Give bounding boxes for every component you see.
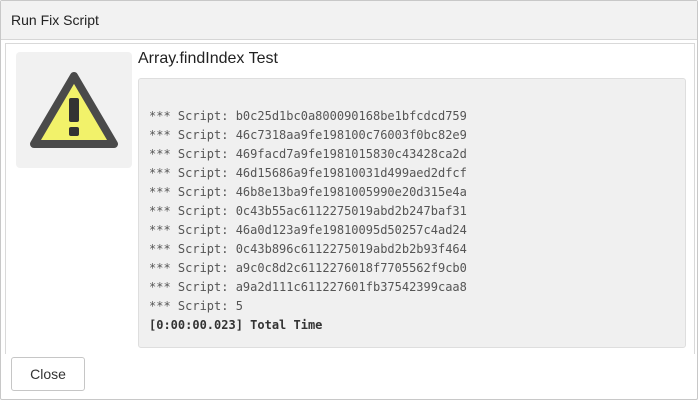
warning-icon-container (16, 52, 132, 168)
output-line: *** Script: b0c25d1bc0a800090168be1bfcdc… (149, 109, 467, 123)
run-fix-script-dialog: Run Fix Script Array.findIndex Test *** … (0, 0, 698, 400)
output-line: *** Script: 46d15686a9fe19810031d499aed2… (149, 166, 467, 180)
output-line: *** Script: 0c43b55ac6112275019abd2b247b… (149, 204, 467, 218)
script-output-panel: *** Script: b0c25d1bc0a800090168be1bfcdc… (138, 78, 686, 348)
output-line: *** Script: 46b8e13ba9fe1981005990e20d31… (149, 185, 467, 199)
warning-icon (30, 72, 118, 148)
close-button[interactable]: Close (11, 357, 85, 391)
output-line: *** Script: 46a0d123a9fe19810095d50257c4… (149, 223, 467, 237)
output-line: *** Script: a9c0c8d2c6112276018f7705562f… (149, 261, 467, 275)
dialog-body: Array.findIndex Test *** Script: b0c25d1… (5, 43, 695, 354)
output-line: *** Script: 46c7318aa9fe198100c76003f0bc… (149, 128, 467, 142)
output-line: *** Script: 0c43b896c6112275019abd2b2b93… (149, 242, 467, 256)
output-line: *** Script: 469facd7a9fe1981015830c43428… (149, 147, 467, 161)
dialog-title: Run Fix Script (11, 12, 99, 28)
dialog-titlebar: Run Fix Script (1, 1, 697, 40)
script-heading: Array.findIndex Test (138, 50, 278, 67)
output-line: *** Script: a9a2d111c611227601fb37542399… (149, 280, 467, 294)
output-line: *** Script: 5 (149, 299, 243, 313)
total-time-line: [0:00:00.023] Total Time (149, 318, 323, 332)
